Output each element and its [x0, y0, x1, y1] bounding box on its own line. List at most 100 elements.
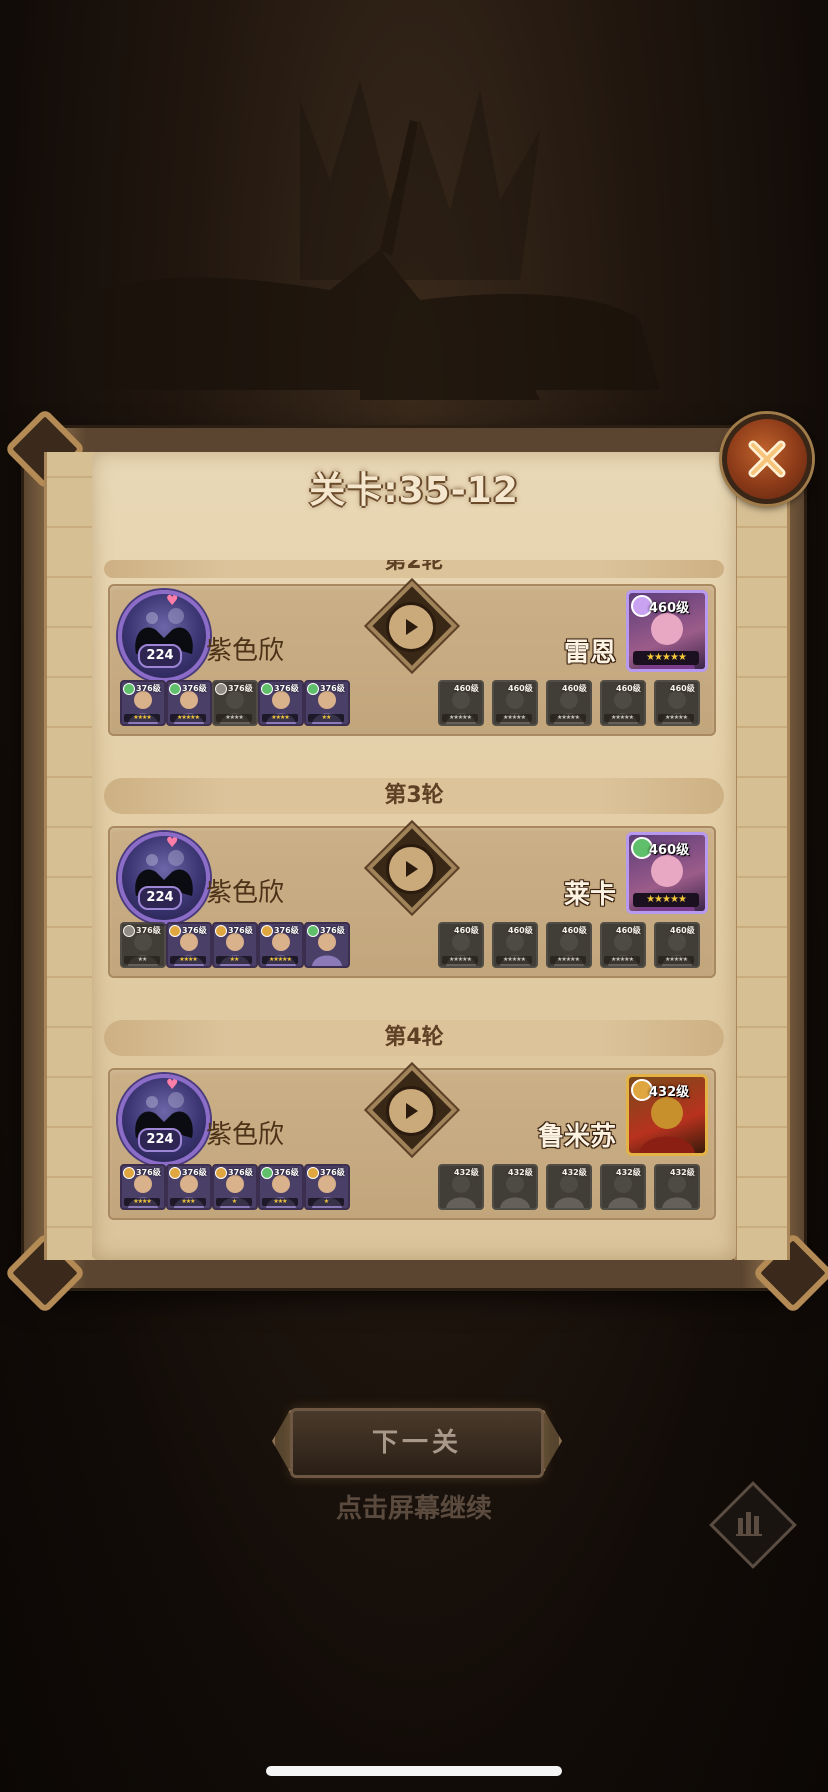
replay-button[interactable] [386, 844, 436, 894]
hero-level: 460级 [616, 926, 641, 935]
enemy-hero-slot[interactable]: 432级 [600, 1164, 646, 1210]
faction-icon [215, 683, 227, 695]
player-hero-slot[interactable]: 376级 ★★★★ [258, 680, 304, 726]
hero-level: 460级 [616, 684, 641, 693]
round-header: 第2轮 [104, 560, 724, 578]
play-icon [406, 861, 418, 877]
hero-level: 460级 [670, 684, 695, 693]
faction-icon [307, 925, 319, 937]
player-hero-slot[interactable]: 376级 ★★★★ [212, 680, 258, 726]
hero-level: 460级 [454, 926, 479, 935]
player-hero-slot[interactable]: 376级 ★★★ [258, 1164, 304, 1210]
hero-stars: ★★★★ [170, 956, 206, 964]
player-name: 紫色欣 [206, 878, 285, 908]
enemy-hero-slot[interactable]: 460级 ★★★★★ [546, 922, 592, 968]
player-avatar[interactable]: ♥ [118, 590, 210, 682]
hero-level: 432级 [508, 1168, 533, 1177]
hero-level: 460级 [562, 926, 587, 935]
enemy-hero-slot[interactable]: 460级 ★★★★★ [600, 922, 646, 968]
round-header: 第4轮 [104, 1020, 724, 1056]
enemy-hero-slot[interactable]: 460级 ★★★★★ [492, 922, 538, 968]
player-level-badge: 224 [138, 644, 182, 668]
enemy-hero-slot[interactable]: 460级 ★★★★★ [654, 922, 700, 968]
faction-icon [261, 683, 273, 695]
enemy-hero-slot[interactable]: 460级 ★★★★★ [438, 922, 484, 968]
hero-stars: ★★★★★ [550, 956, 586, 964]
faction-icon [123, 925, 135, 937]
enemy-hero-slot[interactable]: 432级 [438, 1164, 484, 1210]
enemy-portrait[interactable]: 460级 ★★★★★ [626, 590, 708, 672]
player-name: 紫色欣 [206, 1120, 285, 1150]
play-icon [406, 619, 418, 635]
replay-button[interactable] [386, 602, 436, 652]
hero-level: 376级 [274, 926, 299, 935]
stats-bars-icon[interactable] [732, 1504, 768, 1540]
hero-stars: ★ [308, 1198, 344, 1206]
player-hero-slot[interactable]: 376级 ★ [212, 1164, 258, 1210]
hero-level: 460级 [454, 684, 479, 693]
enemy-portrait[interactable]: 432级 [626, 1074, 708, 1156]
player-hero-slot[interactable]: 376级 ★★★★ [120, 680, 166, 726]
hero-level: 376级 [274, 684, 299, 693]
round-header: 第3轮 [104, 778, 724, 814]
faction-icon [215, 925, 227, 937]
stage-title: 关卡:35-12 [309, 470, 519, 511]
enemy-hero-slot[interactable]: 460级 ★★★★★ [438, 680, 484, 726]
hero-stars: ★★★★★ [550, 714, 586, 722]
player-hero-slot[interactable]: 376级 ★★★★★ [166, 680, 212, 726]
faction-icon [261, 1167, 273, 1179]
hero-stars: ★★ [124, 956, 160, 964]
faction-icon [169, 1167, 181, 1179]
tap-to-continue-hint[interactable]: 点击屏幕继续 [0, 1488, 828, 1525]
replay-button[interactable] [386, 1086, 436, 1136]
player-avatar[interactable]: ♥ [118, 1074, 210, 1166]
round-card: ♥ 224 紫色欣 432级 鲁米苏 376级 ★★★★ 376级 ★★★ 376级 ★ 376级 ★★… [108, 1064, 716, 1220]
hero-stars: ★★ [308, 714, 344, 722]
next-stage-button[interactable]: 下一关 [290, 1408, 544, 1478]
hero-level: 376级 [136, 926, 161, 935]
player-hero-slot[interactable]: 376级 ★★ [304, 680, 350, 726]
enemy-hero-slot[interactable]: 460级 ★★★★★ [546, 680, 592, 726]
close-x-icon [748, 440, 786, 478]
enemy-hero-slot[interactable]: 460级 ★★★★★ [600, 680, 646, 726]
hero-level: 376级 [320, 1168, 345, 1177]
faction-icon [169, 683, 181, 695]
player-hero-slot[interactable]: 376级 ★★★ [166, 1164, 212, 1210]
hero-level: 460级 [670, 926, 695, 935]
enemy-hero-slot[interactable]: 432级 [654, 1164, 700, 1210]
hero-level: 460级 [562, 684, 587, 693]
enemy-hero-slot[interactable]: 432级 [492, 1164, 538, 1210]
player-hero-slot[interactable]: 376级 ★★ [120, 922, 166, 968]
hero-level: 376级 [136, 1168, 161, 1177]
home-indicator[interactable] [266, 1766, 562, 1776]
panel-side-ornament [734, 452, 790, 1260]
hero-stars: ★★★★ [124, 714, 160, 722]
hero-stars: ★★★★ [262, 714, 298, 722]
enemy-hero-slot[interactable]: 432级 [546, 1164, 592, 1210]
hero-stars: ★★★★★ [262, 956, 298, 964]
player-hero-slot[interactable]: 376级 ★ [304, 1164, 350, 1210]
player-hero-slot[interactable]: 376级 ★★★★ [120, 1164, 166, 1210]
player-hero-slot[interactable]: 376级 ★★ [212, 922, 258, 968]
hero-stars: ★★★★★ [658, 714, 694, 722]
hero-level: 376级 [320, 684, 345, 693]
enemy-portrait[interactable]: 460级 ★★★★★ [626, 832, 708, 914]
hero-stars: ★★★★★ [442, 956, 478, 964]
hero-stars: ★★★★★ [604, 956, 640, 964]
hero-level: 460级 [508, 926, 533, 935]
player-name: 紫色欣 [206, 636, 285, 666]
hero-stars: ★★★★★ [496, 714, 532, 722]
player-avatar[interactable]: ♥ [118, 832, 210, 924]
player-hero-slot[interactable]: 376级 ★★★★★ [258, 922, 304, 968]
enemy-hero-slot[interactable]: 460级 ★★★★★ [654, 680, 700, 726]
player-level-badge: 224 [138, 1128, 182, 1152]
player-hero-slot[interactable]: 376级 [304, 922, 350, 968]
close-button[interactable] [722, 414, 812, 504]
hero-stars: ★ [216, 1198, 252, 1206]
enemy-level: 432级 [649, 1085, 690, 1100]
player-hero-slot[interactable]: 376级 ★★★★ [166, 922, 212, 968]
hero-level: 376级 [182, 926, 207, 935]
hero-level: 376级 [182, 1168, 207, 1177]
faction-icon [123, 1167, 135, 1179]
enemy-hero-slot[interactable]: 460级 ★★★★★ [492, 680, 538, 726]
